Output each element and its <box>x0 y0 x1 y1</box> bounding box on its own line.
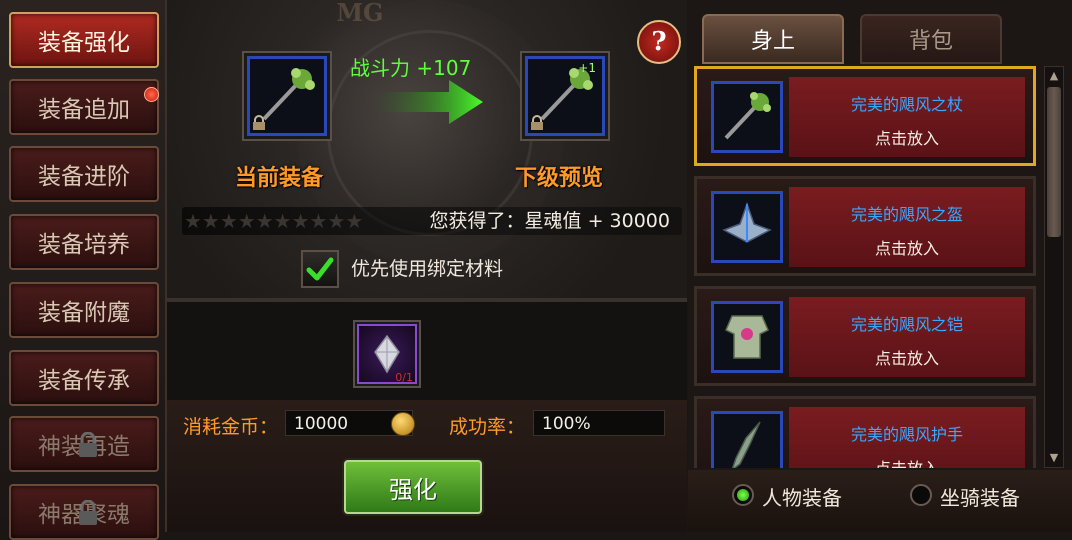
reward-text: 您获得了：星魂值 + 30000 <box>429 210 670 232</box>
lock-icon <box>79 500 97 525</box>
sidebar-item-advance[interactable]: 装备进阶 <box>9 146 159 202</box>
item-name: 完美的飓风之杖 <box>850 95 963 114</box>
list-item[interactable]: 完美的飓风之铠 点击放入 <box>694 286 1036 386</box>
sidebar-item-enchant[interactable]: 装备附魔 <box>9 282 159 338</box>
sidebar-item-label: 装备传承 <box>38 368 130 394</box>
equipment-panel: 身上 背包 完美的飓风之杖 点击放入 完美的飓风之盔 点击放入 完美的飓风之铠 … <box>688 0 1072 532</box>
scroll-down-icon[interactable]: ▼ <box>1047 451 1061 465</box>
success-rate-label: 成功率： <box>449 416 526 438</box>
level-badge: +1 <box>578 61 596 75</box>
item-info: 完美的飓风之盔 点击放入 <box>789 187 1025 267</box>
function-sidebar: 装备强化 装备追加 装备进阶 装备培养 装备附魔 装备传承 神装再造 神器聚魂 <box>0 0 167 540</box>
cost-label: 消耗金币： <box>183 416 279 438</box>
notification-dot <box>144 87 159 102</box>
sidebar-item-cultivate[interactable]: 装备培养 <box>9 214 159 270</box>
list-item[interactable]: 完美的飓风之杖 点击放入 <box>694 66 1036 166</box>
list-scrollbar[interactable]: ▲ ▼ <box>1044 66 1064 468</box>
item-icon-slot <box>711 411 783 468</box>
gold-coin-icon <box>391 412 415 436</box>
equipment-filter-bar: 人物装备 坐骑装备 <box>688 470 1072 532</box>
prefer-bound-label: 优先使用绑定材料 <box>351 258 504 280</box>
arrow-right-icon <box>373 80 483 124</box>
scroll-up-icon[interactable]: ▲ <box>1047 69 1061 83</box>
place-in-text: 点击放入 <box>874 239 939 258</box>
cost-area: 消耗金币： 10000 成功率： 100% 强化 <box>167 400 687 532</box>
staff-icon <box>724 92 771 140</box>
tab-equipped[interactable]: 身上 <box>702 14 844 64</box>
material-slot[interactable]: 0/1 <box>357 324 417 384</box>
character-equipment-label[interactable]: 人物装备 <box>762 482 842 511</box>
next-level-preview-slot[interactable]: +1 <box>525 56 605 136</box>
power-gain-text: 战斗力 +107 <box>350 56 472 80</box>
item-info: 完美的飓风护手 点击放入 <box>789 407 1025 468</box>
item-name: 完美的飓风之盔 <box>850 205 963 224</box>
watermark-logo: MG <box>336 0 384 27</box>
help-button[interactable]: ? <box>637 20 681 64</box>
item-info: 完美的飓风之杖 点击放入 <box>789 77 1025 157</box>
bound-lock-icon <box>253 115 265 130</box>
sidebar-item-label: 装备附魔 <box>38 300 130 326</box>
equipment-list: 完美的飓风之杖 点击放入 完美的飓风之盔 点击放入 完美的飓风之铠 点击放入 完… <box>694 66 1038 468</box>
item-info: 完美的飓风之铠 点击放入 <box>789 297 1025 377</box>
mount-equipment-label[interactable]: 坐骑装备 <box>940 482 1020 511</box>
sidebar-item-label: 装备强化 <box>38 30 130 56</box>
star-progress-bar: ★★★★★★★★★★ 您获得了：星魂值 + 30000 <box>182 207 682 235</box>
gauntlet-icon <box>731 421 761 468</box>
scroll-thumb[interactable] <box>1047 87 1061 237</box>
sidebar-item-reforge[interactable]: 神装再造 <box>9 416 159 472</box>
item-icon-slot <box>711 301 783 373</box>
lock-icon <box>79 432 97 457</box>
helmet-icon <box>722 201 772 243</box>
material-area: 0/1 <box>167 302 687 400</box>
place-in-text: 点击放入 <box>874 129 939 148</box>
next-level-label: 下级预览 <box>515 166 604 191</box>
item-icon-slot <box>711 81 783 153</box>
success-rate-value: 100% <box>533 410 665 436</box>
sidebar-item-label: 装备培养 <box>38 232 130 258</box>
mount-equipment-radio[interactable] <box>910 484 932 506</box>
bound-lock-icon <box>531 115 543 130</box>
tab-backpack[interactable]: 背包 <box>860 14 1002 64</box>
star-rating: ★★★★★★★★★★ <box>184 209 364 233</box>
current-equipment-slot[interactable] <box>247 56 327 136</box>
sidebar-item-label: 装备进阶 <box>38 164 130 190</box>
place-in-text: 点击放入 <box>874 349 939 368</box>
sidebar-item-inherit[interactable]: 装备传承 <box>9 350 159 406</box>
place-in-text: 点击放入 <box>789 455 1025 468</box>
character-equipment-radio[interactable] <box>732 484 754 506</box>
sidebar-item-enhance[interactable]: 装备强化 <box>9 12 159 68</box>
item-name: 完美的飓风护手 <box>850 425 963 444</box>
sidebar-item-append[interactable]: 装备追加 <box>9 79 159 135</box>
list-item[interactable]: 完美的飓风之盔 点击放入 <box>694 176 1036 276</box>
enhance-panel: MG ? 战斗力 +107 +1 当前装备 下级预览 ★★★★★★★★★★ 您获… <box>167 0 687 532</box>
item-icon-slot <box>711 191 783 263</box>
item-name: 完美的飓风之铠 <box>850 315 963 334</box>
preview-area: MG ? 战斗力 +107 +1 当前装备 下级预览 ★★★★★★★★★★ 您获… <box>167 0 687 298</box>
current-equipment-label: 当前装备 <box>235 166 324 191</box>
prefer-bound-checkbox[interactable] <box>301 250 339 288</box>
material-count: 0/1 <box>395 371 413 384</box>
list-item[interactable]: 完美的飓风护手 点击放入 <box>694 396 1036 468</box>
armor-icon <box>725 315 769 359</box>
enhance-button[interactable]: 强化 <box>344 460 482 514</box>
sidebar-item-label: 装备追加 <box>38 97 130 123</box>
checkmark-icon <box>306 257 334 281</box>
